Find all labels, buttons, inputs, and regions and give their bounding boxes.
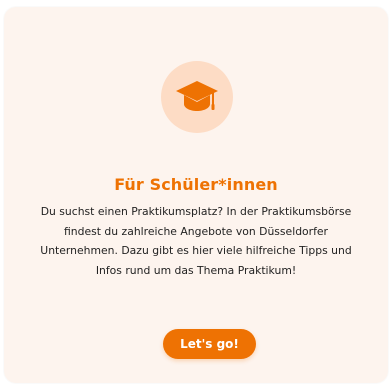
card-title: Für Schüler*innen (114, 175, 278, 194)
card-description: Du suchst einen Praktikumsplatz? In der … (40, 205, 352, 277)
info-card: Für Schüler*innen Du suchst einen Prakti… (4, 7, 388, 383)
graduation-cap-icon (176, 81, 218, 111)
lets-go-button[interactable]: Let's go! (163, 329, 256, 359)
icon-circle (161, 61, 233, 133)
